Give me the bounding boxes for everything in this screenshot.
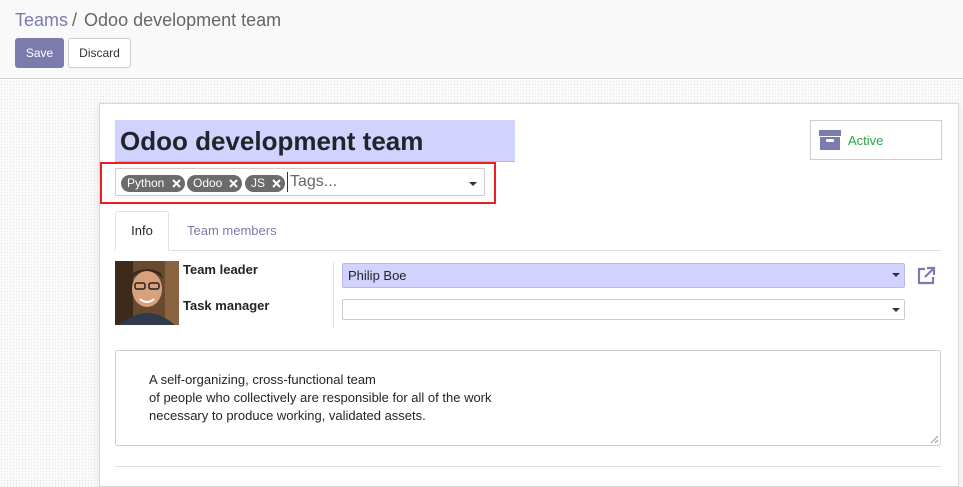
task-manager-label: Task manager [183, 298, 270, 313]
team-leader-select[interactable]: Philip Boe [342, 263, 905, 288]
chevron-down-icon[interactable] [892, 308, 900, 312]
chevron-down-icon[interactable] [892, 273, 900, 277]
team-leader-value: Philip Boe [348, 268, 407, 283]
description-line: necessary to produce working, validated … [149, 408, 426, 423]
breadcrumb: Teams / Odoo development team [15, 9, 281, 31]
active-status-label: Active [848, 133, 884, 148]
tag-odoo[interactable]: Odoo [187, 175, 242, 192]
breadcrumb-teams-link[interactable]: Teams [15, 10, 68, 30]
team-leader-label: Team leader [183, 262, 258, 277]
breadcrumb-current: Odoo development team [84, 10, 282, 30]
active-toggle-button[interactable]: Active [810, 120, 942, 160]
discard-button[interactable]: Discard [68, 38, 131, 68]
tag-label: JS [251, 176, 266, 190]
tag-js[interactable]: JS [245, 175, 285, 192]
tag-python[interactable]: Python [121, 175, 185, 192]
tag-label: Odoo [193, 176, 223, 190]
remove-tag-icon[interactable] [172, 179, 181, 188]
archive-icon [819, 129, 841, 154]
description-line: A self-organizing, cross-functional team [149, 372, 376, 387]
description-textarea[interactable]: A self-organizing, cross-functional team… [115, 350, 941, 446]
tabs-divider [115, 250, 941, 251]
field-separator [333, 262, 334, 327]
tab-info[interactable]: Info [115, 211, 169, 251]
breadcrumb-separator: / [72, 10, 78, 30]
control-panel: Teams / Odoo development team Save Discar… [0, 0, 963, 79]
bottom-divider [115, 466, 941, 467]
tags-field[interactable]: Python Odoo JS [115, 168, 485, 196]
remove-tag-icon[interactable] [272, 179, 281, 188]
remove-tag-icon[interactable] [229, 179, 238, 188]
task-manager-select[interactable] [342, 299, 905, 320]
tab-team-members[interactable]: Team members [187, 223, 277, 238]
team-avatar[interactable] [115, 261, 179, 325]
tags-input[interactable] [287, 172, 457, 192]
chevron-down-icon[interactable] [469, 182, 477, 186]
team-name-field[interactable]: Odoo development team [115, 120, 515, 162]
tag-label: Python [127, 176, 165, 190]
external-link-icon[interactable] [916, 266, 936, 289]
resize-grip-icon[interactable] [930, 435, 939, 444]
description-line: of people who collectively are responsib… [149, 390, 492, 405]
save-button[interactable]: Save [15, 38, 64, 68]
